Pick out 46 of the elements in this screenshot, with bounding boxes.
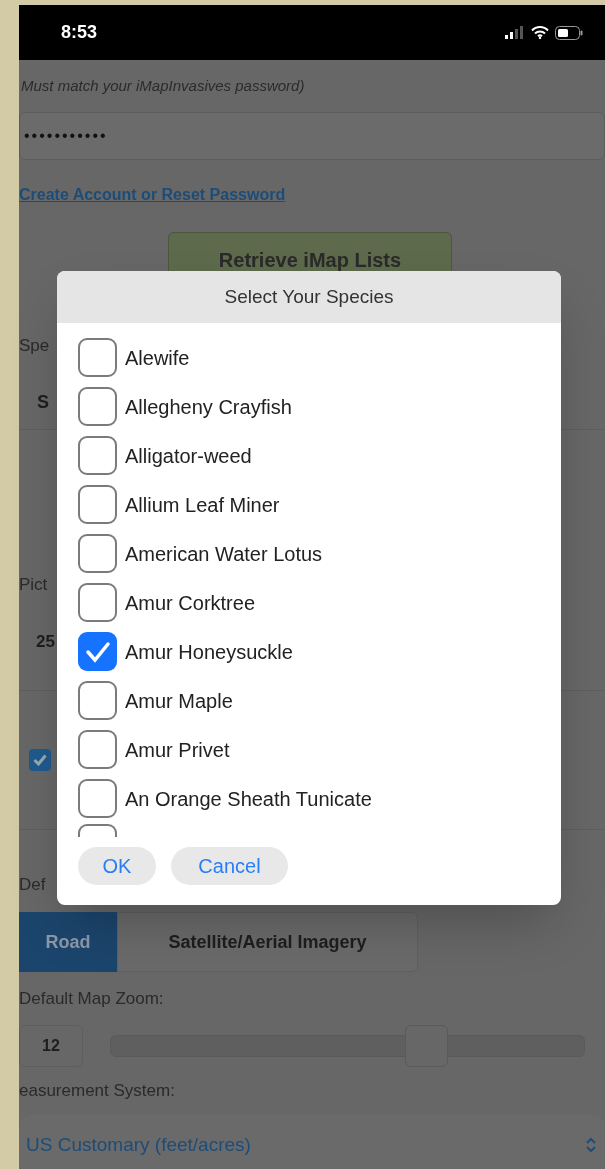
zoom-label: Default Map Zoom:	[19, 987, 164, 1010]
species-checkbox[interactable]	[78, 730, 117, 769]
cancel-button[interactable]: Cancel	[171, 847, 288, 885]
species-label: American Water Lotus	[125, 541, 323, 567]
species-label: Amur Privet	[125, 737, 230, 763]
dialog-title: Select Your Species	[57, 271, 561, 323]
measurement-value: US Customary (feet/acres)	[26, 1132, 251, 1157]
battery-icon	[555, 25, 583, 40]
species-label: Spe	[19, 335, 50, 357]
option-checkbox[interactable]	[29, 749, 51, 771]
species-checkbox[interactable]	[78, 779, 117, 818]
picture-value: 25	[36, 630, 55, 653]
password-field[interactable]: •••••••••••	[19, 112, 605, 160]
species-label: An Orange Sheath Tunicate	[125, 786, 372, 812]
species-checkbox[interactable]	[78, 338, 117, 377]
password-hint: Must match your iMapInvasives password)	[21, 75, 305, 96]
wifi-icon	[531, 26, 549, 39]
map-type-tab[interactable]: Satellite/Aerial Imagery	[117, 912, 418, 972]
species-label: Alewife	[125, 345, 190, 371]
picture-label: Pict	[19, 574, 48, 596]
species-checkbox[interactable]	[78, 632, 117, 671]
clock-time: 8:53	[61, 21, 98, 44]
species-label: Alligator-weed	[125, 443, 252, 469]
chevron-updown-icon	[585, 1137, 597, 1153]
species-label: Amur Honeysuckle	[125, 639, 293, 665]
species-checkbox[interactable]	[78, 387, 117, 426]
species-checkbox[interactable]	[78, 534, 117, 573]
species-label: Allegheny Crayfish	[125, 394, 292, 420]
species-checkbox[interactable]	[78, 583, 117, 622]
ok-button[interactable]: OK	[78, 847, 156, 885]
measurement-label: easurement System:	[19, 1080, 175, 1103]
zoom-value-field[interactable]: 12	[19, 1025, 83, 1067]
species-checkbox[interactable]	[78, 436, 117, 475]
checkmark-icon	[33, 754, 47, 766]
species-label: Allium Leaf Miner	[125, 492, 280, 518]
species-checkbox[interactable]	[78, 824, 117, 837]
map-label: Def	[19, 874, 46, 897]
signal-icon	[505, 26, 525, 39]
species-checkbox[interactable]	[78, 485, 117, 524]
species-label: Amur Maple	[125, 688, 233, 714]
map-type-tab[interactable]: Road	[19, 912, 117, 972]
checkmark-icon	[84, 640, 111, 663]
species-value: S	[37, 390, 49, 414]
species-checkbox[interactable]	[78, 681, 117, 720]
species-label: Amur Corktree	[125, 590, 256, 616]
account-link[interactable]: Create Account or Reset Password	[19, 183, 286, 207]
